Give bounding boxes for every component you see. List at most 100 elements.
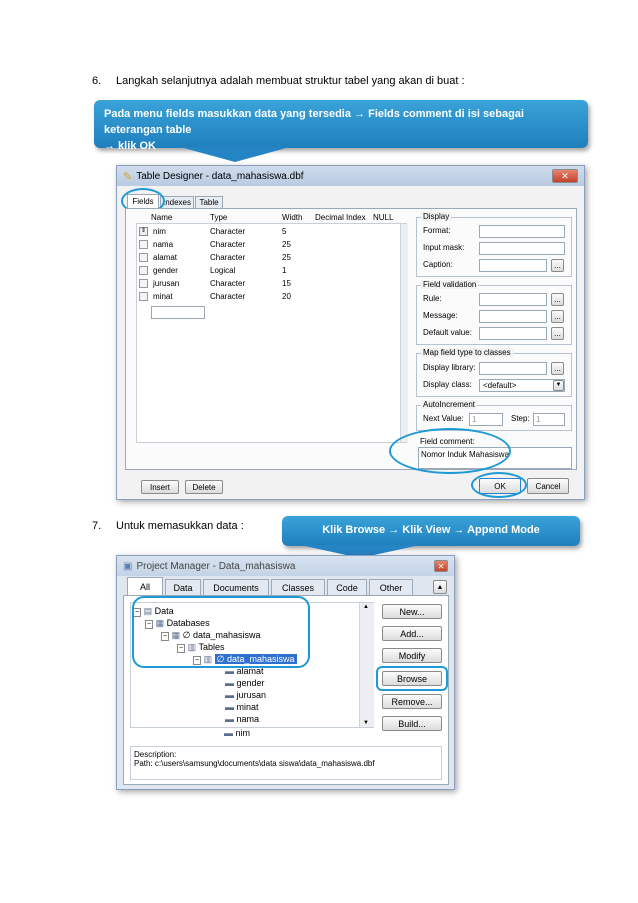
row-mover-icon[interactable] (139, 266, 148, 275)
tree-label-field: gender (236, 678, 265, 688)
tab-classes[interactable]: Classes (271, 579, 325, 595)
callout-pointer (180, 147, 290, 162)
field-validation-group: Field validation Rule: ... Message: ... … (416, 280, 572, 345)
row-mover-icon[interactable] (139, 253, 148, 262)
tree-item-field[interactable]: ▬ minat (225, 702, 259, 712)
display-library-input[interactable] (479, 362, 547, 375)
close-icon[interactable]: ✕ (434, 560, 448, 572)
row-width: 25 (282, 240, 291, 249)
cancel-button[interactable]: Cancel (527, 478, 569, 494)
scroll-down-icon[interactable]: ▼ (363, 720, 369, 726)
insert-button[interactable]: Insert (141, 480, 179, 494)
callout-line-2: → klik OK (104, 140, 156, 152)
new-field-name-input[interactable] (151, 306, 205, 319)
format-input[interactable] (479, 225, 565, 238)
callout-line-1: Pada menu fields masukkan data yang ters… (104, 108, 524, 136)
description-label: Description: (134, 750, 177, 759)
tree-item-field[interactable]: ▬ nama (225, 714, 259, 724)
tree-item-field[interactable]: ▬ jurusan (225, 690, 266, 700)
modify-button[interactable]: Modify (382, 648, 442, 663)
row-name: minat (153, 292, 173, 301)
step-input[interactable]: 1 (533, 413, 565, 426)
default-value-ellipsis-button[interactable]: ... (551, 327, 564, 340)
fields-panel: Name Type Width Decimal Index NULL ⇕ nim… (125, 208, 577, 470)
display-class-value: <default> (483, 381, 517, 390)
row-mover-icon[interactable]: ⇕ (139, 227, 148, 236)
table-designer-app-icon: ✎ (123, 170, 133, 183)
format-label: Format: (423, 226, 451, 235)
scroll-up-icon[interactable]: ▲ (363, 604, 369, 610)
row-name: nim (153, 227, 166, 236)
tab-code[interactable]: Code (327, 579, 367, 595)
table-row[interactable]: nama Character 25 (139, 239, 409, 251)
project-manager-titlebar: ▣ Project Manager - Data_mahasiswa ✕ (117, 556, 454, 576)
table-row[interactable]: minat Character 20 (139, 291, 409, 303)
table-row[interactable]: ⇕ nim Character 5 (139, 226, 409, 238)
row-type: Logical (210, 266, 236, 275)
input-mask-input[interactable] (479, 242, 565, 255)
step-6-text: Langkah selanjutnya adalah membuat struk… (116, 75, 465, 87)
tab-data[interactable]: Data (165, 579, 201, 595)
add-button[interactable]: Add... (382, 626, 442, 641)
tab-table[interactable]: Table (195, 196, 223, 208)
display-class-select[interactable]: <default> ▼ (479, 379, 565, 392)
row-name: nama (153, 240, 174, 249)
default-value-input[interactable] (479, 327, 547, 340)
chevron-down-icon[interactable]: ▼ (553, 380, 564, 391)
tab-other[interactable]: Other (369, 579, 413, 595)
close-icon[interactable]: ✕ (552, 169, 578, 183)
col-name: Name (151, 213, 173, 222)
display-library-ellipsis-button[interactable]: ... (551, 362, 564, 375)
display-library-label: Display library: (423, 363, 476, 372)
ok-highlight-ring (471, 472, 527, 498)
row-name: gender (153, 266, 178, 275)
map-field-type-label: Map field type to classes (421, 348, 513, 357)
display-group: Display Format: Input mask: Caption: ... (416, 212, 572, 277)
callout-fields-instruction: Pada menu fields masukkan data yang ters… (94, 100, 588, 152)
autoincrement-label: AutoIncrement (421, 400, 478, 409)
next-value-label: Next Value: (423, 414, 464, 423)
field-icon: ▬ (225, 714, 234, 724)
tab-documents[interactable]: Documents (203, 579, 269, 595)
tree-item-field[interactable]: ▬ nim (224, 728, 250, 738)
tab-indexes[interactable]: Indexes (160, 196, 194, 208)
project-manager-panel: ▲ ▼ − ▤ Data − ▦ Databases − ▦ ∅ data_ma… (123, 595, 449, 785)
build-button[interactable]: Build... (382, 716, 442, 731)
caption-ellipsis-button[interactable]: ... (551, 259, 564, 272)
autoincrement-group: AutoIncrement Next Value: 1 Step: 1 (416, 400, 572, 431)
row-mover-icon[interactable] (139, 279, 148, 288)
row-width: 25 (282, 253, 291, 262)
row-type: Character (210, 279, 246, 288)
default-value-label: Default value: (423, 328, 472, 337)
field-comment-highlight-ring (389, 428, 511, 474)
remove-button[interactable]: Remove... (382, 694, 442, 709)
row-width: 15 (282, 279, 291, 288)
message-input[interactable] (479, 310, 547, 323)
table-row[interactable]: gender Logical 1 (139, 265, 409, 277)
table-row[interactable]: alamat Character 25 (139, 252, 409, 264)
rule-ellipsis-button[interactable]: ... (551, 293, 564, 306)
step-value: 1 (536, 415, 541, 424)
description-box: Description: Path: c:\users\samsung\docu… (130, 746, 442, 780)
tab-all[interactable]: All (127, 577, 163, 595)
row-mover-icon[interactable] (139, 240, 148, 249)
tree-label-field: minat (236, 702, 259, 712)
rule-label: Rule: (423, 294, 442, 303)
row-mover-icon[interactable] (139, 292, 148, 301)
table-designer-title: Table Designer - data_mahasiswa.dbf (136, 170, 304, 182)
map-field-type-group: Map field type to classes Display librar… (416, 348, 572, 397)
table-designer-window: ✎ Table Designer - data_mahasiswa.dbf ✕ … (116, 165, 585, 500)
caption-input[interactable] (479, 259, 547, 272)
field-icon: ▬ (225, 678, 234, 688)
table-row[interactable]: jurusan Character 15 (139, 278, 409, 290)
rule-input[interactable] (479, 293, 547, 306)
next-value-input[interactable]: 1 (469, 413, 503, 426)
collapse-arrow-icon[interactable]: ▲ (433, 580, 447, 594)
new-button[interactable]: New... (382, 604, 442, 619)
delete-button[interactable]: Delete (185, 480, 223, 494)
tree-scrollbar[interactable]: ▲ ▼ (359, 603, 374, 727)
next-value: 1 (472, 415, 477, 424)
tree-item-field[interactable]: ▬ gender (225, 678, 265, 688)
row-type: Character (210, 253, 246, 262)
message-ellipsis-button[interactable]: ... (551, 310, 564, 323)
